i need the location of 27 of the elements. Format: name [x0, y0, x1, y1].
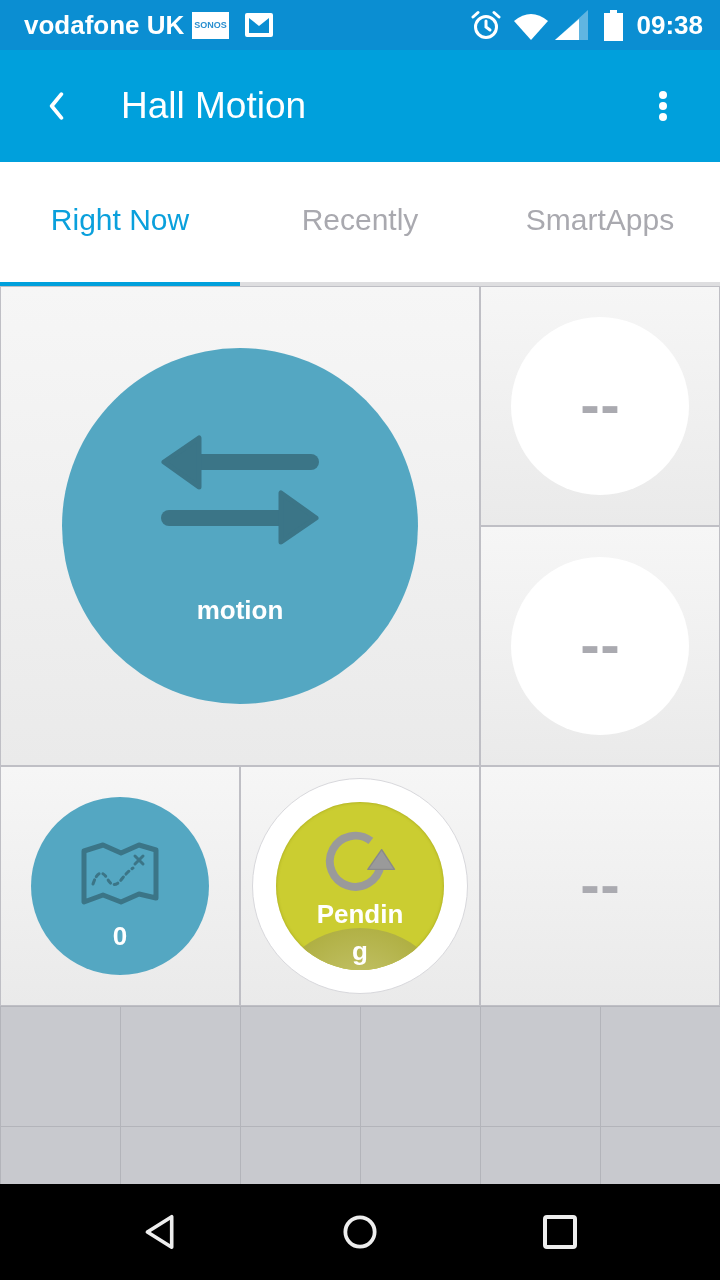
home-icon[interactable] [343, 1214, 377, 1250]
map-icon [81, 842, 159, 906]
device-tile[interactable]: -- [480, 766, 720, 1006]
alarm-clock-icon [470, 10, 501, 40]
recents-icon[interactable] [543, 1214, 577, 1250]
device-tile[interactable]: motion [0, 286, 480, 766]
back-icon[interactable] [143, 1214, 177, 1250]
swap-arrows-icon [161, 435, 319, 545]
more-icon[interactable] [658, 91, 668, 121]
status-label: motion [196, 595, 284, 625]
app-notification-badge: SONOS [192, 11, 229, 39]
device-tile[interactable]: -- [480, 526, 720, 766]
device-tile[interactable]: -- [480, 286, 720, 526]
signal-icon [554, 10, 588, 40]
status-label: Pending [315, 898, 405, 968]
device-tile[interactable]: 0 [0, 766, 240, 1006]
mail-icon [244, 13, 273, 37]
clock-time: 09:38 [636, 9, 703, 41]
carrier-name: vodafone UK [24, 9, 185, 41]
empty-value: -- [580, 391, 620, 421]
refresh-icon [323, 830, 397, 892]
battery-icon [603, 9, 623, 41]
empty-value: -- [580, 871, 620, 901]
wifi-icon [513, 14, 548, 40]
counter-value: 0 [112, 921, 128, 951]
empty-value: -- [580, 631, 620, 661]
screen-title: Hall Motion [121, 85, 308, 127]
